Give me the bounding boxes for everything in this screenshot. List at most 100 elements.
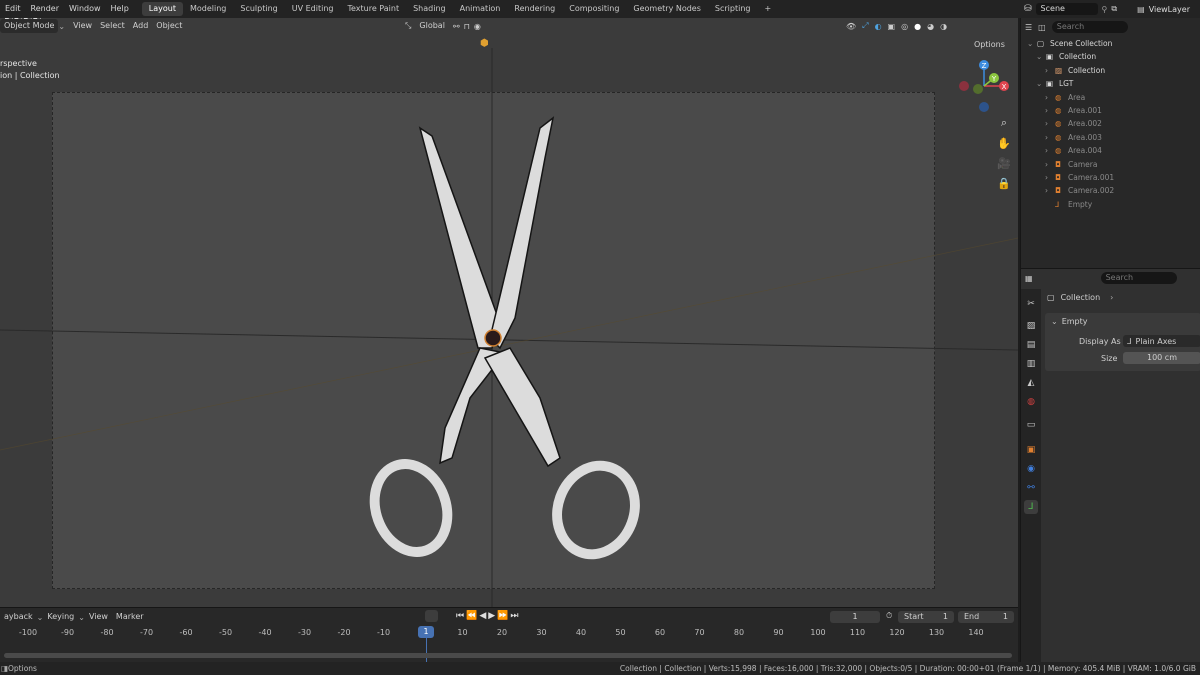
tab-sculpting[interactable]: Sculpting bbox=[233, 2, 284, 16]
tab-layout[interactable]: Layout bbox=[141, 2, 183, 16]
jump-to-end-icon[interactable]: ⏭ bbox=[510, 611, 518, 621]
size-field[interactable]: 100 cm bbox=[1123, 352, 1200, 364]
outliner-row[interactable]: › ◍ Area.002 bbox=[1021, 117, 1200, 130]
3d-viewport[interactable]: ◧◧◧◧ Object Mode ⌄ View Select Add Objec… bbox=[0, 18, 1018, 607]
outliner-row[interactable]: › ▨ Collection bbox=[1021, 64, 1200, 77]
tab-scripting[interactable]: Scripting bbox=[708, 2, 758, 16]
world-tab-icon[interactable]: ◍ bbox=[1024, 395, 1038, 409]
expand-chevron-icon[interactable]: › bbox=[1045, 144, 1048, 157]
auto-keying-icon[interactable] bbox=[425, 610, 438, 622]
outliner-row[interactable]: ⌄ ▣ Collection bbox=[1021, 50, 1200, 63]
editor-type-icon[interactable]: ☰ bbox=[1025, 23, 1032, 32]
expand-chevron-icon[interactable]: › bbox=[1045, 104, 1048, 117]
expand-chevron-icon[interactable]: › bbox=[1045, 64, 1048, 77]
menu-edit[interactable]: Edit bbox=[0, 0, 26, 18]
view-layer-tab-icon[interactable]: ▥ bbox=[1024, 357, 1038, 371]
end-frame-field[interactable]: End 1 bbox=[958, 611, 1014, 623]
tab-uv-editing[interactable]: UV Editing bbox=[285, 2, 341, 16]
output-tab-icon[interactable]: ▤ bbox=[1024, 338, 1038, 352]
pivot-icon[interactable]: ⚯ bbox=[453, 22, 460, 31]
menu-window[interactable]: Window bbox=[64, 0, 106, 18]
material-shading-icon[interactable]: ◕ bbox=[927, 22, 934, 31]
expand-chevron-icon[interactable]: › bbox=[1045, 184, 1048, 197]
outliner-row[interactable]: › ◍ Area.001 bbox=[1021, 104, 1200, 117]
pin-icon[interactable]: ⚲ bbox=[1102, 5, 1108, 14]
visibility-icon[interactable]: 👁 bbox=[846, 22, 856, 31]
camera-view-icon[interactable]: 🎥 bbox=[996, 155, 1012, 171]
outliner-row[interactable]: › ◘ Camera.001 bbox=[1021, 171, 1200, 184]
outliner-row[interactable]: ⅃ Empty bbox=[1021, 198, 1200, 211]
outliner-row[interactable]: ⌄ ▣ LGT bbox=[1021, 77, 1200, 90]
transform-orientation-selector[interactable]: Global bbox=[415, 19, 449, 33]
menu-help[interactable]: Help bbox=[106, 0, 134, 18]
expand-chevron-icon[interactable]: › bbox=[1045, 171, 1048, 184]
expand-chevron-icon[interactable]: › bbox=[1045, 117, 1048, 130]
tab-shading[interactable]: Shading bbox=[406, 2, 453, 16]
add-workspace-button[interactable]: + bbox=[757, 2, 778, 16]
object-type-visibility-icon[interactable]: ⬢ bbox=[480, 38, 489, 49]
outliner-row[interactable]: › ◘ Camera bbox=[1021, 158, 1200, 171]
display-mode-icon[interactable]: ◫ bbox=[1038, 23, 1046, 32]
start-frame-field[interactable]: Start 1 bbox=[898, 611, 954, 623]
overlay-toggle-icon[interactable]: ◐ bbox=[875, 22, 882, 31]
view-layer-icon[interactable]: ▤ bbox=[1137, 5, 1145, 14]
copy-scene-icon[interactable]: ⧉ bbox=[1111, 4, 1117, 14]
timeline-scrollbar[interactable] bbox=[4, 653, 1012, 658]
display-as-dropdown[interactable]: ⅃ Plain Axes bbox=[1123, 335, 1200, 347]
tab-rendering[interactable]: Rendering bbox=[507, 2, 562, 16]
constraints-tab-icon[interactable]: ⚯ bbox=[1024, 481, 1038, 495]
collection-tab-icon[interactable]: ▭ bbox=[1024, 418, 1038, 432]
stopwatch-icon[interactable]: ⏱ bbox=[886, 611, 892, 621]
options-button[interactable]: Options bbox=[970, 38, 1009, 52]
breadcrumb-collection[interactable]: Collection bbox=[1061, 293, 1101, 302]
properties-editor-icon[interactable]: ▦ bbox=[1025, 274, 1033, 283]
expand-chevron-icon[interactable]: ⌄ bbox=[1036, 77, 1042, 90]
menu-keying[interactable]: Keying bbox=[43, 610, 78, 624]
expand-chevron-icon[interactable]: › bbox=[1045, 91, 1048, 104]
panel-header[interactable]: ⌄ Empty bbox=[1051, 317, 1088, 326]
pan-hand-icon[interactable]: ✋ bbox=[996, 135, 1012, 151]
object-data-tab-icon[interactable]: ⅃ bbox=[1024, 500, 1038, 514]
expand-chevron-icon[interactable]: › bbox=[1045, 158, 1048, 171]
outliner-row[interactable]: › ◍ Area.004 bbox=[1021, 144, 1200, 157]
playhead[interactable]: 1 bbox=[418, 626, 434, 638]
zoom-icon[interactable]: ⌕ bbox=[996, 115, 1012, 131]
outliner-row[interactable]: › ◘ Camera.002 bbox=[1021, 184, 1200, 197]
gizmo-toggle-icon[interactable]: ⤢ bbox=[862, 21, 868, 31]
mode-selector[interactable]: Object Mode bbox=[0, 19, 59, 33]
tab-compositing[interactable]: Compositing bbox=[562, 2, 626, 16]
panel-collapse-icon[interactable]: ⌄ bbox=[1051, 317, 1058, 326]
menu-render[interactable]: Render bbox=[26, 0, 64, 18]
tab-modeling[interactable]: Modeling bbox=[183, 2, 233, 16]
scene-icon[interactable]: ⛁ bbox=[1024, 4, 1032, 14]
object-tab-icon[interactable]: ▣ bbox=[1024, 443, 1038, 457]
outliner-row[interactable]: › ◍ Area.003 bbox=[1021, 131, 1200, 144]
rendered-shading-icon[interactable]: ◑ bbox=[940, 22, 947, 31]
snap-icon[interactable]: ⊓ bbox=[464, 22, 470, 31]
tool-tab-icon[interactable]: ✂ bbox=[1024, 297, 1038, 311]
menu-playback[interactable]: ayback bbox=[0, 610, 37, 624]
wireframe-shading-icon[interactable]: ◎ bbox=[901, 22, 908, 31]
navigation-gizmo[interactable]: Z X Y bbox=[954, 56, 1014, 116]
scene-tab-icon[interactable]: ◭ bbox=[1024, 376, 1038, 390]
play-reverse-icon[interactable]: ◀ bbox=[479, 611, 486, 621]
outliner-search-input[interactable]: Search bbox=[1051, 21, 1128, 33]
view-layer-selector[interactable]: ViewLayer bbox=[1149, 5, 1190, 14]
expand-chevron-icon[interactable]: ⌄ bbox=[1036, 50, 1042, 63]
menu-timeline-view[interactable]: View bbox=[85, 610, 112, 624]
current-frame-field[interactable]: 1 bbox=[830, 611, 880, 623]
menu-view[interactable]: View bbox=[69, 19, 96, 33]
menu-object[interactable]: Object bbox=[152, 19, 186, 33]
menu-add[interactable]: Add bbox=[129, 19, 153, 33]
properties-search-input[interactable]: Search bbox=[1100, 272, 1177, 284]
xray-toggle-icon[interactable]: ▣ bbox=[888, 22, 896, 31]
jump-to-start-icon[interactable]: ⏮ bbox=[456, 611, 464, 621]
tab-geometry-nodes[interactable]: Geometry Nodes bbox=[626, 2, 707, 16]
outliner-row[interactable]: › ◍ Area bbox=[1021, 91, 1200, 104]
menu-select[interactable]: Select bbox=[96, 19, 129, 33]
solid-shading-icon[interactable]: ● bbox=[914, 22, 921, 31]
proportional-editing-icon[interactable]: ◉ bbox=[474, 22, 481, 31]
play-icon[interactable]: ▶ bbox=[488, 611, 495, 621]
scene-selector[interactable]: Scene bbox=[1035, 3, 1098, 15]
tab-animation[interactable]: Animation bbox=[453, 2, 508, 16]
